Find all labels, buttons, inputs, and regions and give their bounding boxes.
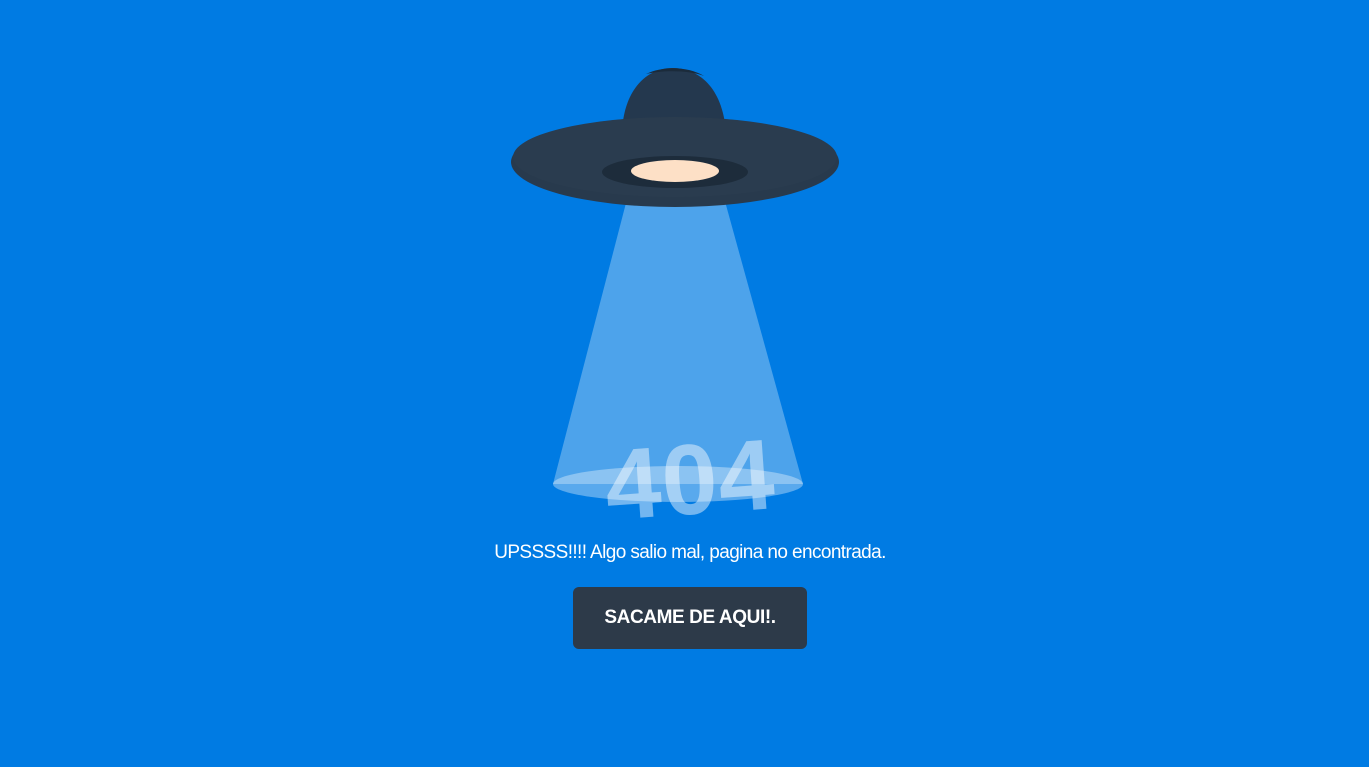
go-home-button[interactable]: SACAME DE AQUI!.	[573, 587, 807, 649]
error-message: UPSSSS!!!! Algo salio mal, pagina no enc…	[494, 542, 886, 563]
not-found-page: 404 UPSSSS!!!! Algo salio mal, pagina no…	[0, 0, 1369, 767]
ufo-illustration: 404	[500, 60, 850, 542]
